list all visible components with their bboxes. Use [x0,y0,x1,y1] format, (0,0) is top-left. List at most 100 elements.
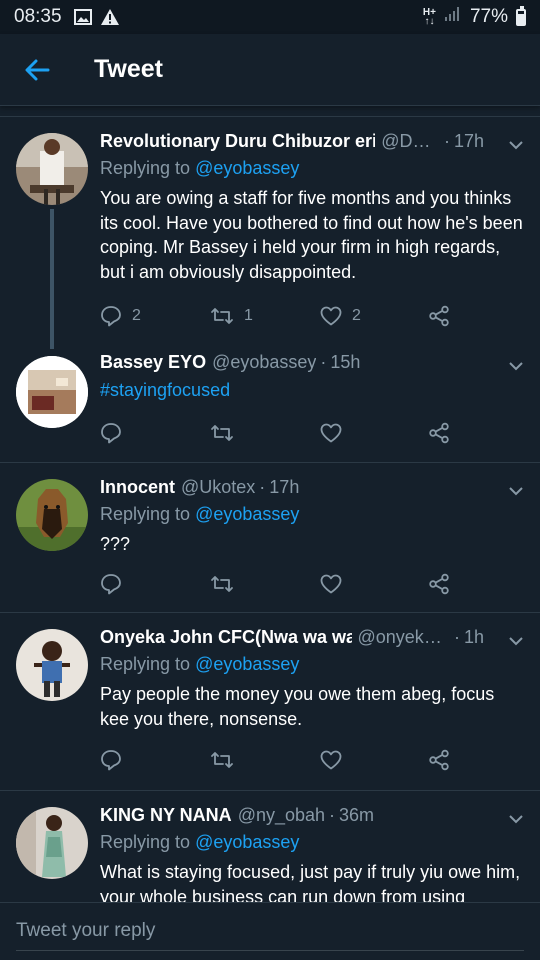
heart-icon [320,423,342,443]
mention-link[interactable]: @eyobassey [195,504,299,524]
tweet-item[interactable]: Revolutionary Duru Chibuzor eric @Dur...… [0,116,540,349]
chevron-down-icon [509,362,523,371]
author-name[interactable]: Innocent [100,477,175,498]
retweet-icon [211,308,233,324]
heart-icon [320,574,342,594]
chevron-down-icon [509,487,523,496]
share-button[interactable] [428,420,450,446]
reply-composer [0,902,540,960]
tweet-item[interactable]: Bassey EYO @eyobassey · 15h #stayingfocu… [0,348,540,462]
retweet-count: 1 [244,307,253,324]
tweet-menu-button[interactable] [506,809,526,829]
tweet-menu-button[interactable] [506,356,526,376]
reply-icon [101,423,121,444]
share-button[interactable] [428,747,450,773]
tweet-actions [100,420,480,446]
retweet-button[interactable] [210,747,234,773]
tweet-item[interactable]: Innocent @Ukotex · 17h Replying to @eyob… [0,462,540,612]
warning-notification-icon [100,8,120,26]
avatar[interactable] [16,479,88,551]
tweet-time[interactable]: 17h [454,131,484,152]
chevron-down-icon [509,637,523,646]
separator-dot: · [453,627,460,647]
app-header: Tweet [0,34,540,106]
author-handle[interactable]: @Ukotex [181,477,255,498]
tweet-actions: 2 1 2 [100,303,480,329]
mention-link[interactable]: @eyobassey [195,654,299,674]
avatar[interactable] [16,629,88,701]
arrow-left-icon [25,59,50,80]
share-button[interactable] [428,571,450,597]
mention-link[interactable]: @eyobassey [195,158,299,178]
author-name[interactable]: Onyeka John CFC(Nwa wa wa) [100,627,352,648]
tweet-time[interactable]: 36m [339,805,374,826]
author-name[interactable]: Bassey EYO [100,352,206,373]
reply-button[interactable] [100,747,122,773]
separator-dot: · [329,805,336,825]
tweet-time[interactable]: 17h [269,477,299,498]
like-button[interactable] [320,420,342,446]
tweet-text: You are owing a staff for five months an… [100,188,523,282]
reply-button[interactable] [100,571,122,597]
share-icon [429,749,449,771]
thread-connector-line [50,209,54,349]
reply-icon [101,306,121,327]
tweet-item[interactable]: KING NY NANA @ny_obah · 36m Replying to … [0,790,540,902]
page-title: Tweet [94,55,163,83]
heart-icon [320,750,342,770]
tweet-actions [100,571,480,597]
gallery-notification-icon [73,9,92,25]
tweet-menu-button[interactable] [506,631,526,651]
tweet-text: What is staying focused, just pay if tru… [100,862,521,902]
status-bar: 08:35 H+ ↑↓ 77% [0,0,540,34]
chevron-down-icon [509,141,523,150]
tweet-text: ??? [100,534,131,554]
network-type-indicator: H+ ↑↓ [422,7,436,27]
like-button[interactable] [320,571,342,597]
author-handle[interactable]: @eyobassey [212,352,316,373]
retweet-button[interactable] [210,420,234,446]
retweet-icon [211,425,233,441]
separator-dot: · [443,131,450,151]
avatar[interactable] [16,807,88,879]
avatar[interactable] [16,133,88,205]
share-icon [429,305,449,327]
tweet-text: #stayingfocused [100,378,528,403]
chevron-down-icon [509,815,523,824]
battery-icon [516,5,526,26]
reply-button[interactable] [100,420,122,446]
battery-percent: 77% [469,6,508,27]
share-button[interactable] [428,303,450,329]
replying-to: Replying to @eyobassey [100,654,300,674]
tweet-menu-button[interactable] [506,481,526,501]
share-icon [429,422,449,444]
tweet-item[interactable]: Onyeka John CFC(Nwa wa wa) @onyeka18 · 1… [0,612,540,790]
back-button[interactable] [0,34,74,106]
like-button[interactable] [320,747,342,773]
hashtag-link[interactable]: #stayingfocused [100,380,230,400]
retweet-button[interactable] [210,571,234,597]
reply-button[interactable]: 2 [100,303,141,329]
mention-link[interactable]: @eyobassey [195,832,299,852]
separator-dot: · [259,477,266,497]
tweet-time[interactable]: 1h [464,627,484,648]
share-icon [429,573,449,595]
retweet-button[interactable]: 1 [210,303,253,329]
author-name[interactable]: Revolutionary Duru Chibuzor eric [100,131,375,152]
reply-input[interactable] [16,911,524,951]
avatar[interactable] [16,356,88,428]
author-name[interactable]: KING NY NANA [100,805,232,826]
tweet-menu-button[interactable] [506,135,526,155]
author-handle[interactable]: @ny_obah [238,805,325,826]
like-button[interactable]: 2 [320,303,361,329]
reply-feed[interactable]: Revolutionary Duru Chibuzor eric @Dur...… [0,116,540,902]
tweet-time[interactable]: 15h [330,352,360,373]
retweet-icon [211,576,233,592]
author-handle[interactable]: @onyeka18 [358,627,450,648]
replying-to: Replying to @eyobassey [100,158,300,178]
reply-icon [101,750,121,771]
status-time: 08:35 [14,6,62,27]
author-handle[interactable]: @Dur... [381,131,440,152]
tweet-actions [100,747,480,773]
tweet-text: Pay people the money you owe them abeg, … [100,684,495,729]
